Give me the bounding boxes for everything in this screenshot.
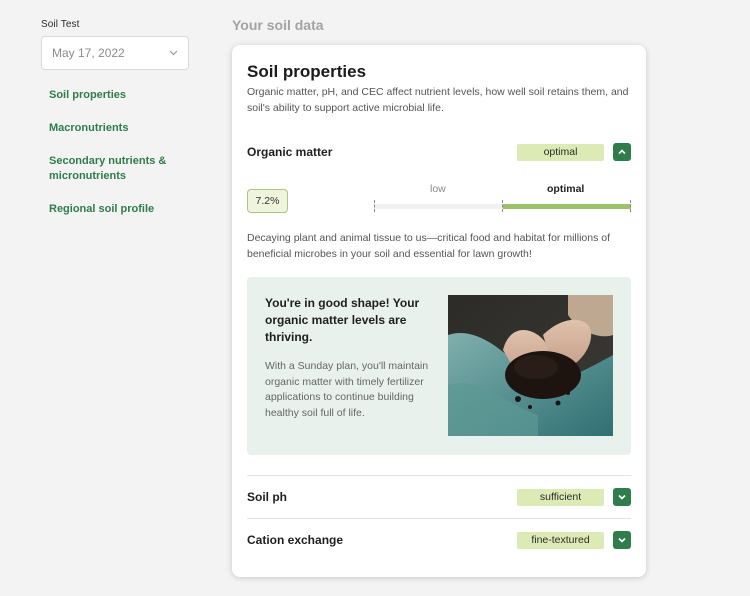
chevron-up-icon [617, 147, 627, 157]
soil-test-date-value: May 17, 2022 [52, 46, 125, 60]
sidebar-item-soil-properties[interactable]: Soil properties [49, 88, 189, 103]
organic-matter-value: 7.2% [247, 189, 288, 213]
sidebar-item-macronutrients[interactable]: Macronutrients [49, 121, 189, 136]
callout-headline: You're in good shape! Your organic matte… [265, 296, 420, 344]
page-section-title: Your soil data [232, 17, 324, 33]
status-badge: fine-textured [517, 531, 604, 549]
organic-matter-description: Decaying plant and animal tissue to us—c… [247, 232, 611, 260]
gauge-tick [502, 200, 503, 212]
soil-test-label: Soil Test [41, 19, 80, 30]
organic-matter-gauge: low optimal [374, 183, 631, 215]
gauge-low-label: low [430, 183, 446, 195]
soil-ph-row[interactable]: Soil ph sufficient [247, 488, 631, 506]
expand-toggle-button[interactable] [613, 488, 631, 506]
gauge-tick [374, 200, 375, 212]
card-title: Soil properties [247, 62, 367, 81]
expand-toggle-button[interactable] [613, 531, 631, 549]
chevron-down-icon [617, 535, 627, 545]
gauge-optimal-label: optimal [547, 183, 585, 195]
divider [247, 475, 631, 476]
soil-properties-card: Soil properties Organic matter, pH, and … [232, 45, 646, 577]
card-description: Organic matter, pH, and CEC affect nutri… [247, 86, 629, 114]
status-badge: optimal [517, 143, 604, 161]
sidebar-item-secondary-nutrients[interactable]: Secondary nutrients & micronutrients [49, 154, 189, 184]
soil-in-hands-image [448, 295, 613, 436]
chevron-down-icon [617, 492, 627, 502]
gauge-tick [630, 200, 631, 212]
cation-exchange-row[interactable]: Cation exchange fine-textured [247, 531, 631, 549]
chevron-down-icon [169, 48, 178, 59]
gauge-optimal-fill [503, 204, 631, 209]
good-shape-callout: You're in good shape! Your organic matte… [247, 277, 631, 455]
sidebar: Soil Test May 17, 2022 Soil properties M… [41, 19, 189, 235]
sidebar-item-regional-soil-profile[interactable]: Regional soil profile [49, 202, 189, 217]
divider [247, 518, 631, 519]
organic-matter-label: Organic matter [247, 145, 333, 159]
collapse-toggle-button[interactable] [613, 143, 631, 161]
soil-ph-label: Soil ph [247, 490, 287, 504]
organic-matter-row[interactable]: Organic matter optimal [247, 143, 631, 161]
soil-test-date-select[interactable]: May 17, 2022 [41, 36, 189, 70]
status-badge: sufficient [517, 488, 604, 506]
callout-body: With a Sunday plan, you'll maintain orga… [265, 360, 429, 419]
sidebar-nav: Soil properties Macronutrients Secondary… [41, 88, 189, 217]
cation-exchange-label: Cation exchange [247, 533, 344, 547]
